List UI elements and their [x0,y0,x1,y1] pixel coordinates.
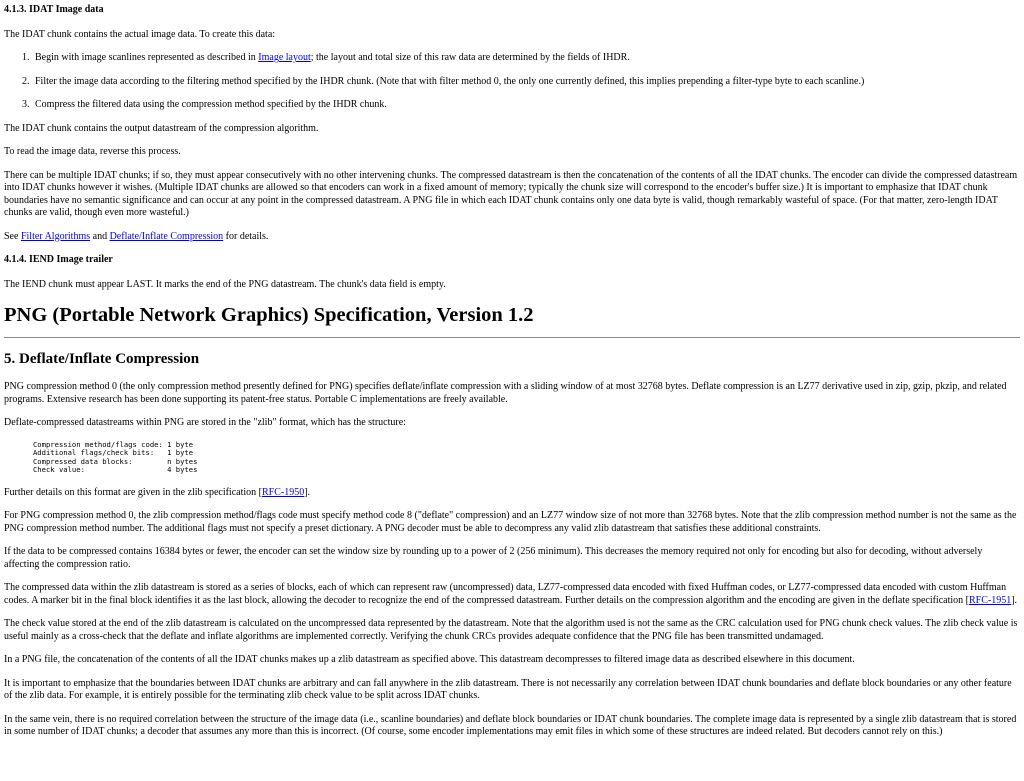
idat-multiple-paragraph: There can be multiple IDAT chunks; if so… [4,169,1018,219]
deflate-paragraph-6: The compressed data within the zlib data… [4,582,1018,606]
idat-steps-list: Begin with image scanlines represented a… [4,52,1020,112]
document-title: PNG (Portable Network Graphics) Specific… [4,304,534,326]
section-heading-deflate: 5. Deflate/Inflate Compression [4,351,200,367]
deflate-paragraph-3: Further details on this format are given… [4,486,311,498]
section-heading-iend: 4.1.4. IEND Image trailer [4,254,113,265]
section-heading-idat: 4.1.3. IDAT Image data [4,4,104,15]
idat-intro: The IDAT chunk contains the actual image… [4,28,276,40]
idat-see-also: See Filter Algorithms and Deflate/Inflat… [4,230,269,242]
deflate-paragraph-1: PNG compression method 0 (the only compr… [4,381,1007,405]
document-page: 4.1.3. IDAT Image data The IDAT chunk co… [0,0,1020,739]
idat-output-paragraph: The IDAT chunk contains the output datas… [4,122,319,134]
image-layout-link[interactable]: Image layout [258,52,310,63]
deflate-paragraph-8: In a PNG file, the concatenation of the … [4,654,855,666]
rfc-1951-link[interactable]: RFC-1951 [969,595,1011,606]
deflate-paragraph-2: Deflate-compressed datastreams within PN… [4,417,406,428]
idat-step-1: Begin with image scanlines represented a… [32,52,1020,65]
idat-step-2: Filter the image data according to the f… [32,76,1020,89]
idat-reverse-paragraph: To read the image data, reverse this pro… [4,146,181,157]
zlib-structure-code: Compression method/flags code: 1 byte Ad… [32,439,198,475]
title-divider [4,337,1020,338]
deflate-paragraph-10: In the same vein, there is no required c… [4,713,1017,738]
deflate-inflate-link[interactable]: Deflate/Inflate Compression [110,231,224,242]
deflate-paragraph-5: If the data to be compressed contains 16… [4,546,983,570]
filter-algorithms-link[interactable]: Filter Algorithms [21,231,90,242]
rfc-1950-link[interactable]: RFC-1950 [262,487,304,498]
deflate-paragraph-4: For PNG compression method 0, the zlib c… [4,510,1017,534]
deflate-paragraph-9: It is important to emphasize that the bo… [4,677,1012,702]
iend-paragraph: The IEND chunk must appear LAST. It mark… [4,278,446,290]
deflate-paragraph-7: The check value stored at the end of the… [4,618,1018,642]
idat-step-3: Compress the filtered data using the com… [32,99,1020,112]
